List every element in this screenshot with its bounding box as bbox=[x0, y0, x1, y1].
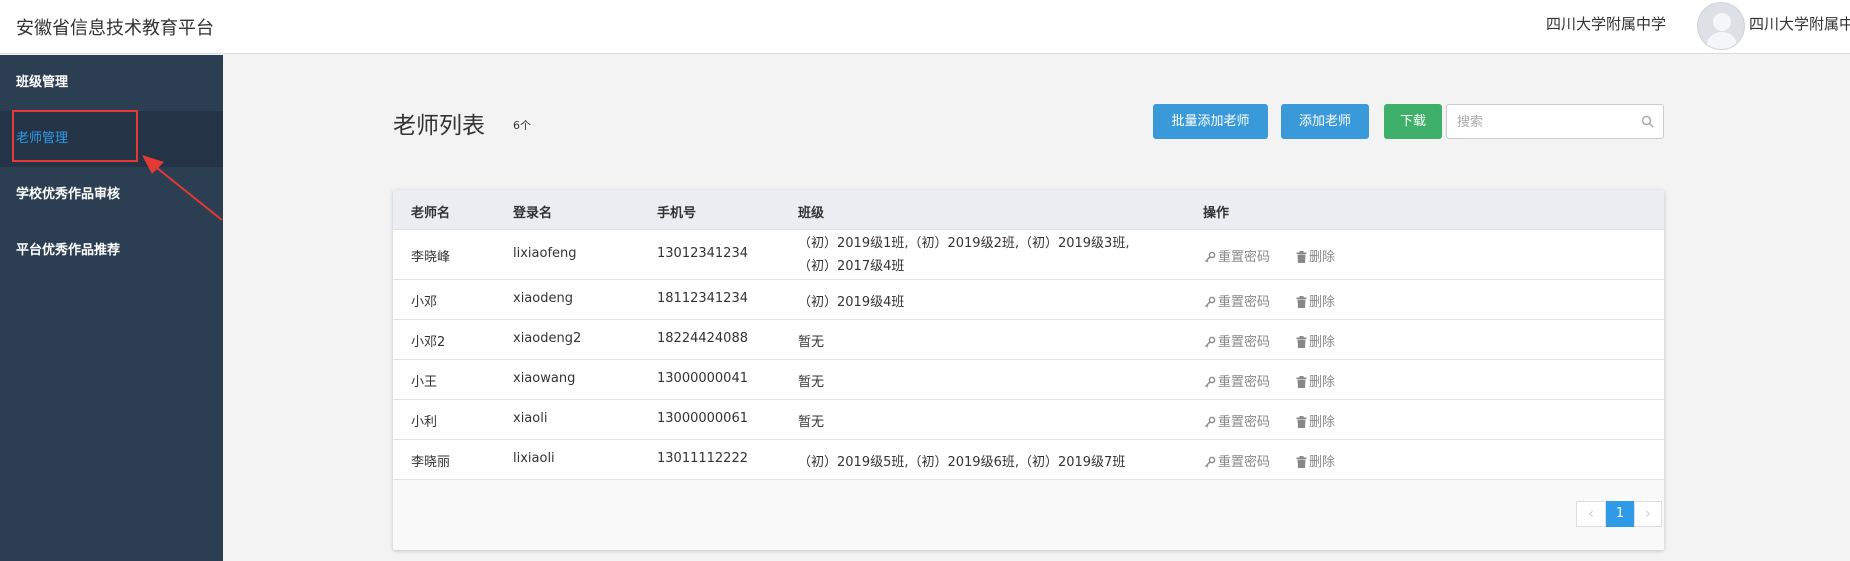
reset-password-link[interactable]: 重置密码 bbox=[1204, 411, 1270, 430]
table-row: 李晓丽 lixiaoli 13011112222 （初）2019级5班,（初）2… bbox=[393, 440, 1664, 480]
teacher-table-panel: 老师名 登录名 手机号 班级 操作 李晓峰 lixiaofeng 1301234… bbox=[393, 190, 1664, 550]
reset-password-link[interactable]: 重置密码 bbox=[1204, 331, 1270, 350]
login-name: lixiaofeng bbox=[513, 246, 577, 261]
column-header-teacher-name: 老师名 bbox=[411, 206, 451, 221]
reset-password-link[interactable]: 重置密码 bbox=[1204, 451, 1270, 470]
table-row: 小邓 xiaodeng 18112341234 （初）2019级4班 重置密码 … bbox=[393, 280, 1664, 320]
class-list-line: （初）2017级4班 bbox=[798, 259, 905, 274]
annotation-arrow-icon bbox=[142, 155, 223, 221]
page-title: 老师列表 bbox=[393, 113, 485, 139]
key-icon bbox=[1205, 456, 1216, 468]
key-icon bbox=[1205, 336, 1216, 348]
trash-icon bbox=[1296, 251, 1307, 263]
trash-icon bbox=[1296, 296, 1307, 308]
top-bar: 安徽省信息技术教育平台 四川大学附属中学 四川大学附属中 bbox=[0, 0, 1850, 54]
class-list: 暂无 bbox=[798, 335, 825, 350]
trash-icon bbox=[1296, 416, 1307, 428]
class-list: （初）2019级5班,（初）2019级6班,（初）2019级7班 bbox=[798, 455, 1126, 470]
teacher-name: 小王 bbox=[411, 375, 438, 390]
search-box bbox=[1446, 104, 1664, 139]
teacher-name: 李晓丽 bbox=[411, 455, 451, 470]
column-header-actions: 操作 bbox=[1203, 206, 1230, 221]
delete-link[interactable]: 删除 bbox=[1296, 411, 1335, 430]
phone-number: 13000000041 bbox=[657, 371, 748, 386]
search-input[interactable] bbox=[1455, 112, 1634, 133]
login-name: xiaodeng2 bbox=[513, 331, 582, 346]
batch-add-teacher-button[interactable]: 批量添加老师 bbox=[1153, 104, 1268, 139]
pagination-prev-button[interactable]: ‹ bbox=[1576, 501, 1606, 527]
delete-link[interactable]: 删除 bbox=[1296, 291, 1335, 310]
pagination-next-button[interactable]: › bbox=[1634, 501, 1662, 527]
avatar[interactable] bbox=[1697, 2, 1745, 50]
teacher-name: 小邓 bbox=[411, 295, 438, 310]
login-name: xiaowang bbox=[513, 371, 576, 386]
school-name[interactable]: 四川大学附属中学 bbox=[1546, 13, 1666, 34]
trash-icon bbox=[1296, 376, 1307, 388]
phone-number: 13011112222 bbox=[657, 451, 748, 466]
table-row: 李晓峰 lixiaofeng 13012341234 （初）2019级1班,（初… bbox=[393, 230, 1664, 280]
table-row: 小王 xiaowang 13000000041 暂无 重置密码 删除 bbox=[393, 360, 1664, 400]
user-silhouette-icon bbox=[1706, 13, 1738, 49]
teacher-name: 小利 bbox=[411, 415, 438, 430]
class-list: （初）2019级1班,（初）2019级2班,（初）2019级3班, （初）201… bbox=[798, 232, 1129, 278]
class-list: 暂无 bbox=[798, 375, 825, 390]
table-header: 老师名 登录名 手机号 班级 操作 bbox=[393, 190, 1664, 230]
table-row: 小利 xiaoli 13000000061 暂无 重置密码 删除 bbox=[393, 400, 1664, 440]
phone-number: 18112341234 bbox=[657, 291, 748, 306]
class-list: 暂无 bbox=[798, 415, 825, 430]
sidebar-item-platform-works-recommend[interactable]: 平台优秀作品推荐 bbox=[0, 223, 223, 279]
reset-password-link[interactable]: 重置密码 bbox=[1204, 291, 1270, 310]
delete-link[interactable]: 删除 bbox=[1296, 371, 1335, 390]
reset-password-link[interactable]: 重置密码 bbox=[1204, 371, 1270, 390]
delete-link[interactable]: 删除 bbox=[1296, 451, 1335, 470]
sidebar: 班级管理 老师管理 学校优秀作品审核 平台优秀作品推荐 bbox=[0, 55, 223, 561]
delete-link[interactable]: 删除 bbox=[1296, 246, 1335, 265]
username[interactable]: 四川大学附属中 bbox=[1749, 13, 1850, 34]
teacher-name: 李晓峰 bbox=[411, 250, 451, 265]
teacher-count: 6个 bbox=[513, 119, 531, 132]
delete-link[interactable]: 删除 bbox=[1296, 331, 1335, 350]
search-icon[interactable] bbox=[1641, 115, 1654, 128]
trash-icon bbox=[1296, 456, 1307, 468]
column-header-login-name: 登录名 bbox=[513, 206, 553, 221]
phone-number: 13000000061 bbox=[657, 411, 748, 426]
reset-password-link[interactable]: 重置密码 bbox=[1204, 246, 1270, 265]
teacher-name: 小邓2 bbox=[411, 335, 446, 350]
class-list-line: （初）2019级1班,（初）2019级2班,（初）2019级3班, bbox=[798, 236, 1130, 251]
pagination-page-1[interactable]: 1 bbox=[1606, 501, 1634, 527]
key-icon bbox=[1205, 376, 1216, 388]
login-name: xiaoli bbox=[513, 411, 548, 426]
app-title: 安徽省信息技术教育平台 bbox=[16, 18, 214, 39]
trash-icon bbox=[1296, 336, 1307, 348]
download-button[interactable]: 下载 bbox=[1384, 104, 1442, 139]
column-header-phone: 手机号 bbox=[657, 206, 697, 221]
class-list: （初）2019级4班 bbox=[798, 295, 905, 310]
login-name: xiaodeng bbox=[513, 291, 573, 306]
sidebar-item-class-management[interactable]: 班级管理 bbox=[0, 55, 223, 111]
column-header-classes: 班级 bbox=[798, 206, 825, 221]
phone-number: 13012341234 bbox=[657, 246, 748, 261]
login-name: lixiaoli bbox=[513, 451, 555, 466]
key-icon bbox=[1205, 296, 1216, 308]
add-teacher-button[interactable]: 添加老师 bbox=[1281, 104, 1369, 139]
key-icon bbox=[1205, 416, 1216, 428]
key-icon bbox=[1205, 251, 1216, 263]
table-row: 小邓2 xiaodeng2 18224424088 暂无 重置密码 删除 bbox=[393, 320, 1664, 360]
phone-number: 18224424088 bbox=[657, 331, 748, 346]
